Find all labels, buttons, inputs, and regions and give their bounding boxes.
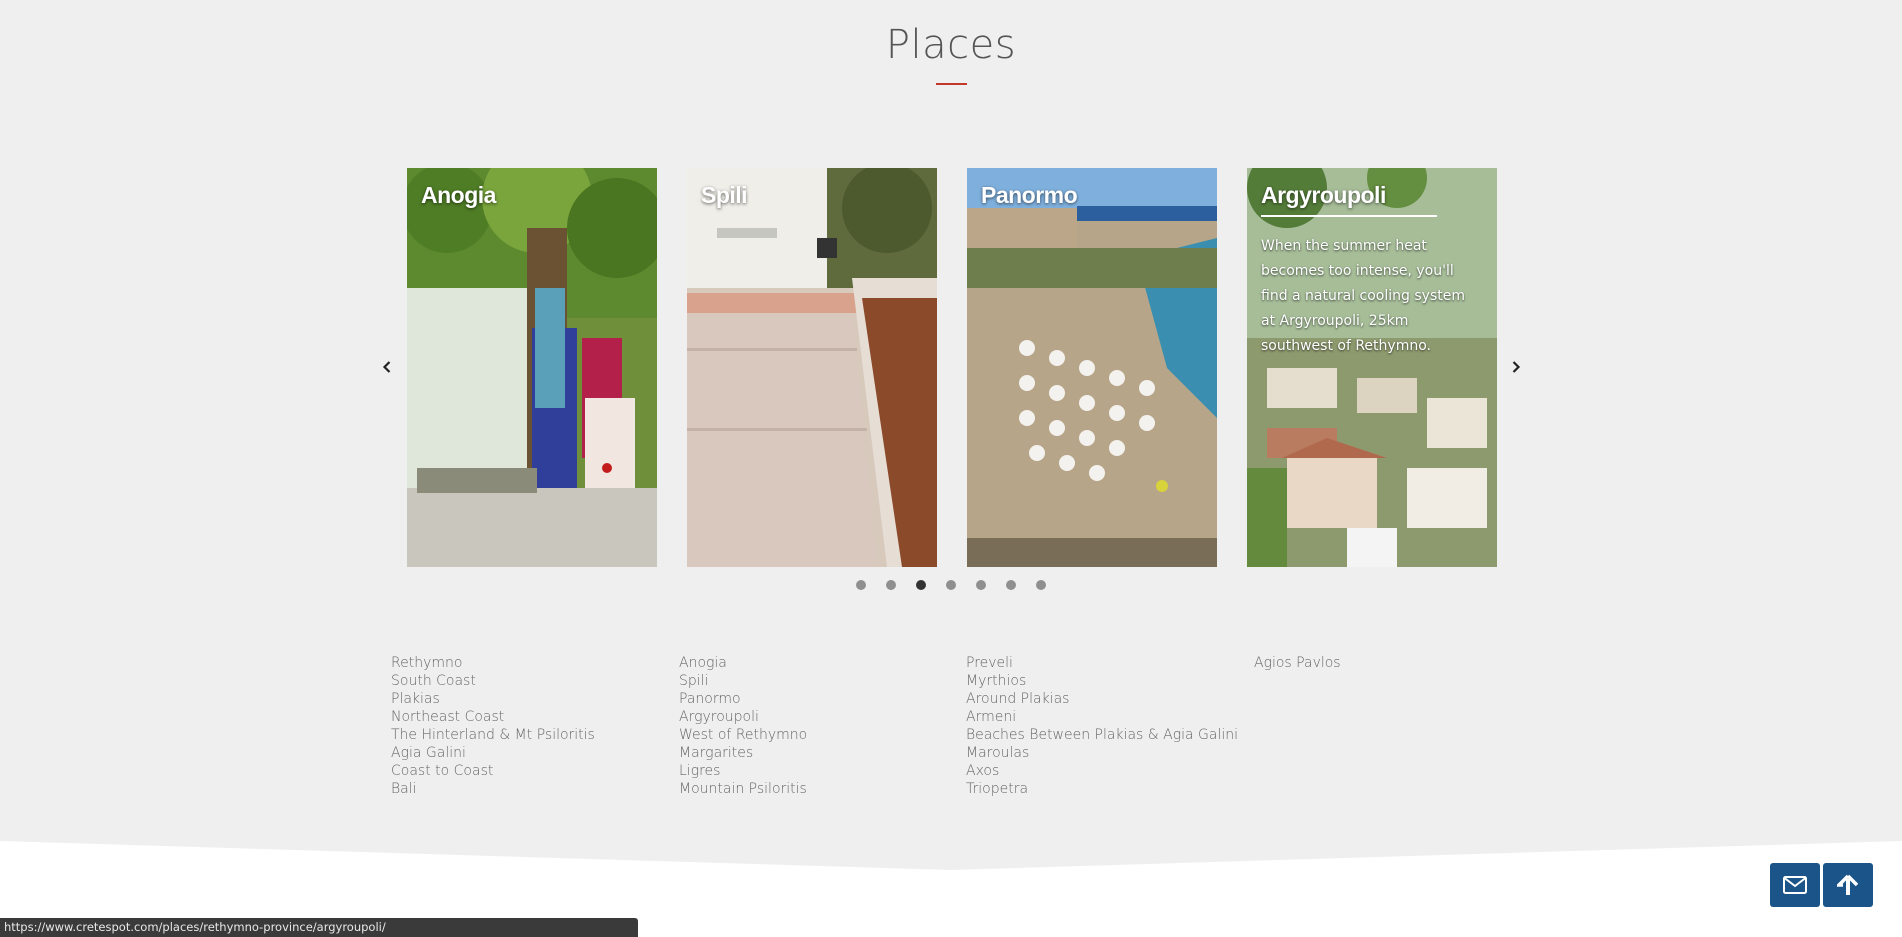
card-title-rule	[1261, 215, 1437, 217]
place-link[interactable]: Ligres	[679, 762, 807, 780]
place-card-panormo[interactable]: Panormo	[967, 168, 1217, 567]
place-link[interactable]: South Coast	[391, 672, 595, 690]
arrow-up-icon	[1837, 874, 1859, 895]
places-links-column-1: Rethymno South Coast Plakias Northeast C…	[391, 654, 595, 798]
place-link[interactable]: Northeast Coast	[391, 708, 595, 726]
carousel-dot[interactable]	[1036, 580, 1046, 590]
place-link[interactable]: West of Rethymno	[679, 726, 807, 744]
place-photo	[407, 168, 657, 567]
place-link[interactable]: Mountain Psiloritis	[679, 780, 807, 798]
section-title: Places	[885, 22, 1017, 68]
chevron-left-icon	[382, 361, 391, 373]
card-title: Panormo	[981, 182, 1078, 208]
place-card-argyroupoli[interactable]: Argyroupoli When the summer heat becomes…	[1247, 168, 1497, 567]
place-card-spili[interactable]: Spili	[687, 168, 937, 567]
chevron-right-icon	[1512, 361, 1521, 373]
carousel-dot[interactable]	[856, 580, 866, 590]
browser-status-url: https://www.cretespot.com/places/rethymn…	[0, 918, 638, 937]
place-link[interactable]: Axos	[966, 762, 1238, 780]
place-link[interactable]: The Hinterland & Mt Psiloritis	[391, 726, 595, 744]
title-underline	[936, 83, 967, 85]
carousel-dot[interactable]	[946, 580, 956, 590]
place-link[interactable]: Anogia	[679, 654, 807, 672]
card-description: When the summer heat becomes too intense…	[1261, 238, 1465, 354]
scroll-to-top-button[interactable]	[1823, 863, 1873, 907]
carousel-dot-active[interactable]	[916, 580, 926, 590]
card-title: Anogia	[421, 182, 496, 208]
place-link[interactable]: Spili	[679, 672, 807, 690]
carousel-dot[interactable]	[976, 580, 986, 590]
carousel-next-button[interactable]	[1504, 355, 1528, 379]
place-link[interactable]: Panormo	[679, 690, 807, 708]
card-title: Spili	[701, 182, 748, 208]
contact-button[interactable]	[1770, 863, 1820, 907]
place-photo	[967, 168, 1217, 567]
place-link[interactable]: Myrthios	[966, 672, 1238, 690]
place-link[interactable]: Coast to Coast	[391, 762, 595, 780]
places-links-column-4: Agios Pavlos	[1254, 654, 1341, 672]
place-link[interactable]: Maroulas	[966, 744, 1238, 762]
carousel-dot[interactable]	[1006, 580, 1016, 590]
place-link[interactable]: Rethymno	[391, 654, 595, 672]
place-link[interactable]: Around Plakias	[966, 690, 1238, 708]
place-link[interactable]: Triopetra	[966, 780, 1238, 798]
card-hover-overlay	[1247, 168, 1497, 567]
places-links-column-3: Preveli Myrthios Around Plakias Armeni B…	[966, 654, 1238, 798]
place-link[interactable]: Armeni	[966, 708, 1238, 726]
place-photo	[687, 168, 937, 567]
place-link[interactable]: Beaches Between Plakias & Agia Galini	[966, 726, 1238, 744]
place-link[interactable]: Margarites	[679, 744, 807, 762]
place-link[interactable]: Agios Pavlos	[1254, 654, 1341, 672]
place-link[interactable]: Plakias	[391, 690, 595, 708]
places-links-column-2: Anogia Spili Panormo Argyroupoli West of…	[679, 654, 807, 798]
place-link[interactable]: Bali	[391, 780, 595, 798]
carousel-dot[interactable]	[886, 580, 896, 590]
card-title: Argyroupoli	[1261, 182, 1386, 208]
place-link[interactable]: Agia Galini	[391, 744, 595, 762]
envelope-icon	[1783, 876, 1807, 894]
place-link[interactable]: Preveli	[966, 654, 1238, 672]
carousel-pagination	[856, 580, 1046, 590]
carousel-prev-button[interactable]	[375, 355, 399, 379]
place-card-anogia[interactable]: Anogia	[407, 168, 657, 567]
place-link[interactable]: Argyroupoli	[679, 708, 807, 726]
